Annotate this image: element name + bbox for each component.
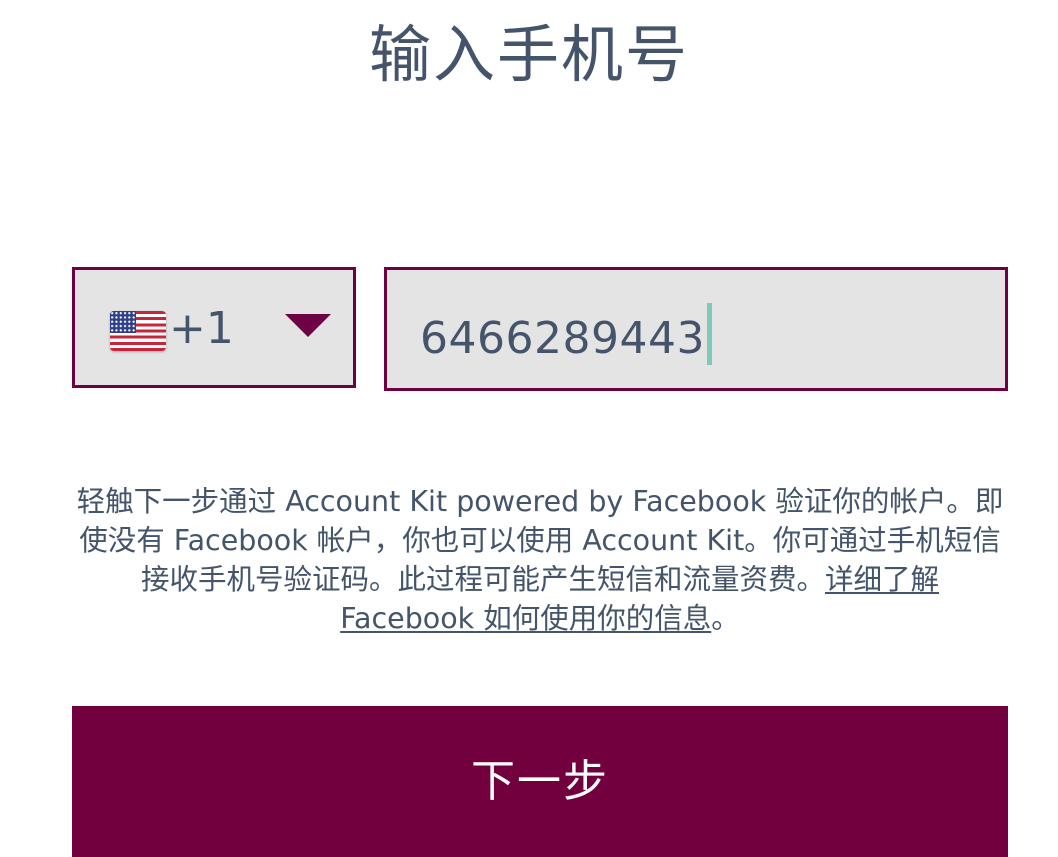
disclaimer-period: 。	[711, 602, 740, 635]
page-title: 输入手机号	[368, 18, 689, 91]
country-code-select[interactable]: +1	[72, 267, 356, 388]
phone-number-input[interactable]: 6466289443	[384, 267, 1008, 391]
next-button[interactable]: 下一步	[72, 706, 1008, 857]
text-cursor	[706, 303, 712, 365]
chevron-down-icon[interactable]	[285, 314, 331, 337]
flag-canton	[110, 311, 136, 333]
terms-disclaimer: 轻触下一步通过 Account Kit powered by Facebook …	[72, 482, 1008, 638]
phone-number-value: 6466289443	[420, 303, 712, 366]
dial-code: +1	[169, 303, 234, 354]
us-flag-icon	[110, 311, 166, 351]
phone-number-text: 6466289443	[420, 313, 705, 364]
